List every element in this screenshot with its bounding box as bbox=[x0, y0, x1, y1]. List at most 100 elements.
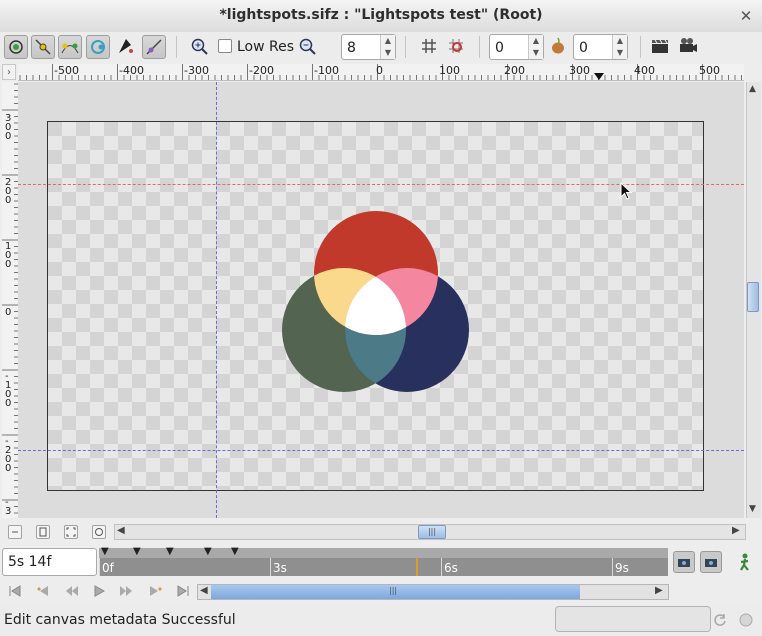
next-keyframe-button[interactable] bbox=[146, 584, 164, 600]
render-button[interactable] bbox=[649, 35, 673, 59]
zoom-in-button[interactable] bbox=[188, 35, 212, 59]
ruler-label: 100 bbox=[439, 64, 460, 77]
render-mode-button[interactable] bbox=[4, 35, 28, 59]
ruler-menu-button[interactable]: › bbox=[2, 64, 16, 80]
ruler-label: -400 bbox=[119, 64, 144, 77]
keyframe-marker[interactable]: ▼ bbox=[231, 546, 239, 557]
onion-skin-button[interactable] bbox=[547, 35, 571, 59]
zoom-100-button[interactable] bbox=[36, 525, 50, 539]
time-slider[interactable] bbox=[99, 558, 668, 576]
previous-keyframe-button[interactable] bbox=[34, 584, 52, 600]
camera-icon bbox=[678, 559, 690, 567]
scroll-left-icon[interactable]: ◀ bbox=[200, 585, 208, 596]
stepper-up-icon[interactable]: ▲ bbox=[381, 35, 395, 47]
scroll-right-icon[interactable]: ▶ bbox=[655, 585, 663, 596]
zoom-in-icon bbox=[191, 38, 208, 55]
low-res-checkbox[interactable] bbox=[218, 39, 232, 53]
show-width-button[interactable] bbox=[142, 35, 166, 59]
scroll-left-icon[interactable]: ◀ bbox=[117, 525, 125, 536]
ruler-position-marker bbox=[594, 73, 604, 80]
snap-icon bbox=[449, 39, 463, 53]
stepper-up-icon[interactable]: ▲ bbox=[613, 35, 627, 47]
next-keyframe-icon bbox=[150, 586, 162, 596]
keyframe-marker[interactable]: ▼ bbox=[101, 546, 109, 557]
bline-icon bbox=[119, 39, 133, 53]
close-button[interactable]: ✕ bbox=[736, 6, 756, 26]
zoom-out-frame-button[interactable] bbox=[8, 525, 22, 539]
keyframe-marker[interactable]: ▼ bbox=[133, 546, 141, 557]
onion-future-stepper[interactable]: 0 ▲ ▼ bbox=[573, 34, 628, 60]
show-ducks-button[interactable] bbox=[86, 35, 110, 59]
seek-begin-button[interactable] bbox=[6, 584, 24, 600]
vertical-ruler[interactable]: 300 200 100 0 -100 -200 -3 bbox=[2, 82, 19, 518]
stepper-down-icon[interactable]: ▼ bbox=[529, 47, 543, 59]
ruler-label: 300 bbox=[5, 113, 12, 142]
mouse-cursor-icon bbox=[620, 182, 633, 200]
preview-button[interactable] bbox=[677, 35, 701, 59]
seek-end-icon bbox=[177, 585, 189, 597]
window-title: *lightspots.sifz : "Lightspots test" (Ro… bbox=[219, 7, 543, 23]
canvas-work-area[interactable] bbox=[18, 82, 744, 518]
ruler-label: 200 bbox=[504, 64, 525, 77]
toolbar-separator bbox=[640, 36, 641, 58]
time-label: 0f bbox=[102, 561, 114, 575]
ruler-label: 0 bbox=[376, 64, 383, 77]
toggle-snap-button[interactable] bbox=[445, 35, 469, 59]
ruler-label: -200 bbox=[249, 64, 274, 77]
minus-icon bbox=[12, 531, 18, 533]
camera-icon bbox=[705, 559, 717, 567]
zoom-out-icon bbox=[299, 38, 316, 55]
grid-icon bbox=[422, 39, 436, 53]
seek-end-button[interactable] bbox=[174, 584, 192, 600]
scroll-right-icon[interactable]: ▶ bbox=[732, 525, 740, 536]
render-mode-icon bbox=[9, 40, 23, 54]
stepper-up-icon[interactable]: ▲ bbox=[529, 35, 543, 47]
onion-future-value: 0 bbox=[579, 40, 588, 56]
show-tangents-button[interactable] bbox=[58, 35, 82, 59]
next-frame-icon bbox=[120, 586, 132, 596]
play-button[interactable] bbox=[90, 584, 108, 600]
draw-vertex-icon bbox=[35, 39, 51, 55]
stepper-down-icon[interactable]: ▼ bbox=[613, 47, 627, 59]
ruler-label: -3 bbox=[5, 497, 12, 517]
keyframe-marker[interactable]: ▼ bbox=[204, 546, 212, 557]
zoom-out-button[interactable] bbox=[296, 35, 320, 59]
onion-past-stepper[interactable]: 0 ▲ ▼ bbox=[489, 34, 544, 60]
scroll-up-icon[interactable]: ▲ bbox=[749, 84, 756, 94]
zoom-custom-button[interactable] bbox=[92, 525, 106, 539]
canvas[interactable] bbox=[47, 121, 704, 491]
stepper-down-icon[interactable]: ▼ bbox=[381, 47, 395, 59]
zoom-value: 8 bbox=[347, 40, 356, 56]
horizontal-guide[interactable] bbox=[18, 450, 744, 451]
horizontal-scroll-thumb[interactable]: ||| bbox=[418, 525, 446, 539]
stop-button[interactable] bbox=[738, 612, 754, 628]
time-cursor[interactable] bbox=[416, 558, 418, 576]
animation-mode-future-button[interactable] bbox=[700, 551, 722, 573]
animation-mode-past-button[interactable] bbox=[673, 551, 695, 573]
onion-past-value: 0 bbox=[495, 40, 504, 56]
vertical-guide[interactable] bbox=[216, 82, 217, 518]
ruler-label: -200 bbox=[5, 436, 12, 474]
keyframe-marker[interactable]: ▼ bbox=[166, 546, 174, 557]
refresh-button[interactable] bbox=[712, 612, 728, 628]
show-vertices-button[interactable] bbox=[31, 35, 55, 59]
vertical-scroll-thumb[interactable] bbox=[747, 282, 759, 312]
ruler-label: 300 bbox=[569, 64, 590, 77]
ruler-label: -500 bbox=[54, 64, 79, 77]
scroll-down-icon[interactable]: ▼ bbox=[749, 504, 756, 514]
zoom-stepper[interactable]: 8 ▲ ▼ bbox=[341, 34, 396, 60]
render-progress-bar bbox=[555, 606, 711, 632]
animation-mode-button[interactable] bbox=[734, 552, 756, 574]
horizontal-guide-selected[interactable] bbox=[18, 184, 744, 185]
horizontal-ruler[interactable]: -500 -400 -300 -200 -100 0 100 200 300 4… bbox=[18, 64, 744, 81]
previous-frame-button[interactable] bbox=[62, 584, 80, 600]
zoom-fit-button[interactable] bbox=[64, 525, 78, 539]
show-bline-button[interactable] bbox=[114, 35, 138, 59]
ruler-label: 0 bbox=[5, 307, 12, 318]
ruler-label: -300 bbox=[184, 64, 209, 77]
current-time-value: 5s 14f bbox=[8, 554, 52, 570]
current-time-field[interactable]: 5s 14f bbox=[2, 548, 97, 576]
next-frame-button[interactable] bbox=[118, 584, 136, 600]
time-zoom-thumb[interactable]: ||| bbox=[211, 585, 580, 599]
toggle-grid-button[interactable] bbox=[418, 35, 442, 59]
